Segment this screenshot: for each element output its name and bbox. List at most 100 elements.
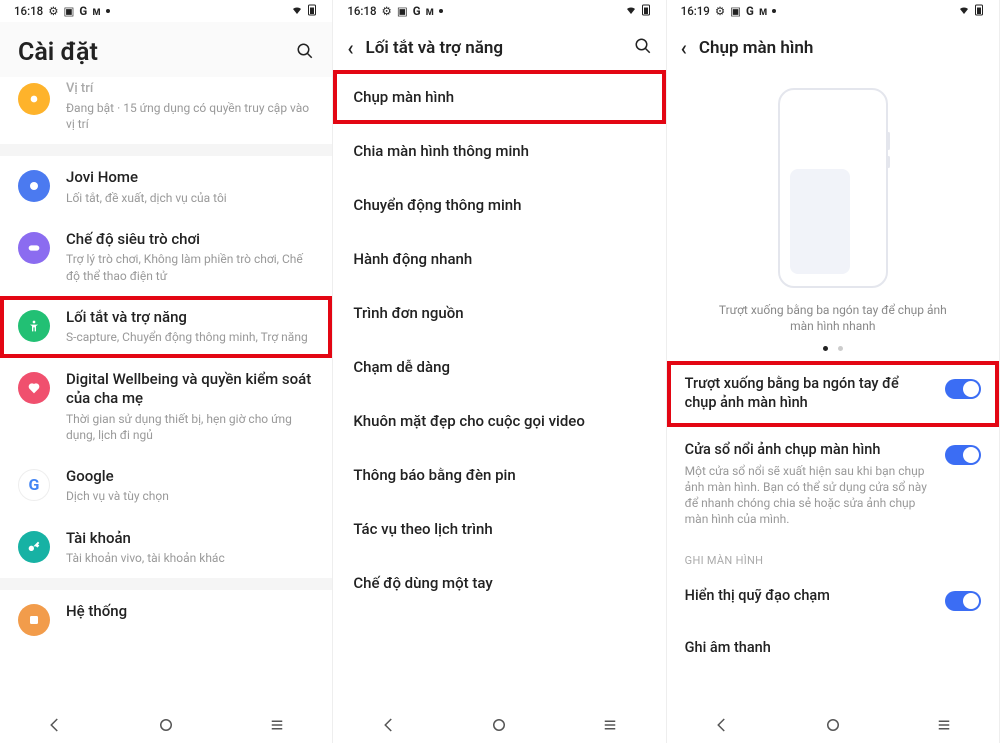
section-header: GHI MÀN HÌNH bbox=[667, 542, 999, 573]
toggle-switch[interactable] bbox=[945, 379, 981, 399]
more-icon bbox=[772, 9, 776, 13]
toggle-switch[interactable] bbox=[945, 445, 981, 465]
dot-inactive bbox=[838, 346, 843, 351]
page-title: Chụp màn hình bbox=[699, 38, 985, 58]
item-title: Vị trí bbox=[66, 81, 314, 98]
toggle-touch-path[interactable]: Hiển thị quỹ đạo chạm bbox=[667, 573, 999, 625]
m-icon: ᴍ bbox=[92, 4, 101, 18]
list-item-system[interactable]: Hệ thống bbox=[0, 590, 332, 648]
item-subtitle: Tài khoản vivo, tài khoản khác bbox=[66, 550, 314, 566]
wifi-icon bbox=[625, 4, 637, 19]
battery-icon bbox=[640, 4, 652, 19]
accessibility-icon bbox=[18, 310, 50, 342]
google-icon: G bbox=[79, 4, 87, 18]
key-icon bbox=[18, 531, 50, 563]
battery-icon bbox=[306, 4, 318, 19]
divider bbox=[0, 144, 332, 156]
item-schedule[interactable]: Tác vụ theo lịch trình bbox=[333, 502, 665, 556]
clock: 16:18 bbox=[14, 4, 43, 18]
gear-icon: ⚙ bbox=[382, 4, 392, 18]
item-title: Hệ thống bbox=[66, 602, 314, 622]
item-title: Digital Wellbeing và quyền kiểm soát của… bbox=[66, 370, 314, 409]
item-onehand[interactable]: Chế độ dùng một tay bbox=[333, 556, 665, 610]
item-screenshot[interactable]: Chụp màn hình bbox=[333, 70, 665, 124]
m-icon: ᴍ bbox=[759, 4, 768, 18]
nav-recents[interactable] bbox=[266, 714, 288, 736]
battery-icon bbox=[973, 4, 985, 19]
item-quickaction[interactable]: Hành động nhanh bbox=[333, 232, 665, 286]
location-icon bbox=[18, 83, 50, 115]
row-audio-record[interactable]: Ghi âm thanh bbox=[667, 625, 999, 672]
item-title: Tài khoản bbox=[66, 529, 314, 549]
header: ‹ Lối tắt và trợ năng bbox=[333, 22, 665, 70]
item-title: Google bbox=[66, 467, 314, 487]
list-item-wellbeing[interactable]: Digital Wellbeing và quyền kiểm soát của… bbox=[0, 358, 332, 455]
status-bar: 16:18 ⚙ ▣ G ᴍ bbox=[0, 0, 332, 22]
google-icon: G bbox=[18, 469, 50, 501]
wifi-icon bbox=[958, 4, 970, 19]
wifi-icon bbox=[291, 4, 303, 19]
status-bar: 16:18 ⚙ ▣ G ᴍ bbox=[333, 0, 665, 22]
item-subtitle: Trợ lý trò chơi, Không làm phiền trò chơ… bbox=[66, 251, 314, 283]
back-icon[interactable]: ‹ bbox=[347, 36, 353, 60]
toggle-floating-window[interactable]: Cửa sổ nổi ảnh chụp màn hình Một cửa sổ … bbox=[667, 427, 999, 542]
screenshot-content: Trượt xuống bằng ba ngón tay để chụp ảnh… bbox=[667, 70, 999, 707]
item-splitscreen[interactable]: Chia màn hình thông minh bbox=[333, 124, 665, 178]
toggle-subtitle: Một cửa sổ nổi sẽ xuất hiện sau khi bạn … bbox=[685, 463, 933, 528]
game-icon bbox=[18, 232, 50, 264]
item-subtitle: Lối tắt, đề xuất, dịch vụ của tôi bbox=[66, 190, 314, 206]
divider bbox=[0, 578, 332, 590]
back-icon[interactable]: ‹ bbox=[681, 36, 687, 60]
screen-shortcuts: 16:18 ⚙ ▣ G ᴍ ‹ Lối tắt và trợ năng Chụp… bbox=[333, 0, 666, 743]
screen-screenshot: 16:19 ⚙ ▣ G ᴍ ‹ Chụp màn hình Trượt xuốn… bbox=[667, 0, 1000, 743]
item-title: Chế độ siêu trò chơi bbox=[66, 230, 314, 250]
page-title: Cài đặt bbox=[18, 38, 98, 67]
system-icon bbox=[18, 604, 50, 636]
toggle-three-finger[interactable]: Trượt xuống bằng ba ngón tay để chụp ảnh… bbox=[667, 361, 999, 427]
page-title: Lối tắt và trợ năng bbox=[366, 38, 622, 58]
item-smartmotion[interactable]: Chuyển động thông minh bbox=[333, 178, 665, 232]
list-item-accounts[interactable]: Tài khoản Tài khoản vivo, tài khoản khác bbox=[0, 517, 332, 579]
toggle-title: Hiển thị quỹ đạo chạm bbox=[685, 587, 933, 606]
nav-back[interactable] bbox=[378, 714, 400, 736]
item-facebeauty[interactable]: Khuôn mặt đẹp cho cuộc gọi video bbox=[333, 394, 665, 448]
item-subtitle: Đang bật · 15 ứng dụng có quyền truy cập… bbox=[66, 100, 314, 132]
google-icon: G bbox=[746, 4, 754, 18]
nav-home[interactable] bbox=[155, 714, 177, 736]
app-icon: ▣ bbox=[730, 4, 741, 18]
nav-recents[interactable] bbox=[599, 714, 621, 736]
toggle-title: Trượt xuống bằng ba ngón tay để chụp ảnh… bbox=[685, 375, 933, 413]
toggle-switch[interactable] bbox=[945, 591, 981, 611]
list-item-jovi[interactable]: Jovi Home Lối tắt, đề xuất, dịch vụ của … bbox=[0, 156, 332, 218]
list-item-shortcuts[interactable]: Lối tắt và trợ năng S-capture, Chuyển độ… bbox=[0, 296, 332, 358]
item-subtitle: Dịch vụ và tùy chọn bbox=[66, 488, 314, 504]
list-item-game[interactable]: Chế độ siêu trò chơi Trợ lý trò chơi, Kh… bbox=[0, 218, 332, 296]
page-dots[interactable] bbox=[823, 346, 843, 351]
list-item-location[interactable]: Vị trí Đang bật · 15 ứng dụng có quyền t… bbox=[0, 77, 332, 144]
phone-illustration bbox=[778, 88, 888, 288]
clock: 16:19 bbox=[681, 4, 710, 18]
item-subtitle: S-capture, Chuyển động thông minh, Trợ n… bbox=[66, 329, 314, 345]
nav-home[interactable] bbox=[822, 714, 844, 736]
item-powermenu[interactable]: Trình đơn nguồn bbox=[333, 286, 665, 340]
item-easytouch[interactable]: Chạm dễ dàng bbox=[333, 340, 665, 394]
search-icon[interactable] bbox=[634, 37, 652, 59]
nav-home[interactable] bbox=[488, 714, 510, 736]
nav-back[interactable] bbox=[711, 714, 733, 736]
nav-bar bbox=[667, 707, 999, 743]
nav-back[interactable] bbox=[44, 714, 66, 736]
search-icon[interactable] bbox=[296, 42, 314, 64]
jovi-icon bbox=[18, 170, 50, 202]
settings-list: Vị trí Đang bật · 15 ứng dụng có quyền t… bbox=[0, 77, 332, 707]
item-flashlight[interactable]: Thông báo bằng đèn pin bbox=[333, 448, 665, 502]
status-bar: 16:19 ⚙ ▣ G ᴍ bbox=[667, 0, 999, 22]
dot-active bbox=[823, 346, 828, 351]
toggle-title: Cửa sổ nổi ảnh chụp màn hình bbox=[685, 441, 933, 460]
item-title: Jovi Home bbox=[66, 168, 314, 188]
m-icon: ᴍ bbox=[426, 4, 435, 18]
list-item-google[interactable]: G Google Dịch vụ và tùy chọn bbox=[0, 455, 332, 517]
illustration-caption: Trượt xuống bằng ba ngón tay để chụp ảnh… bbox=[687, 302, 979, 334]
illustration: Trượt xuống bằng ba ngón tay để chụp ảnh… bbox=[667, 70, 999, 361]
item-subtitle: Thời gian sử dụng thiết bị, hẹn giờ cho … bbox=[66, 411, 314, 443]
nav-recents[interactable] bbox=[933, 714, 955, 736]
